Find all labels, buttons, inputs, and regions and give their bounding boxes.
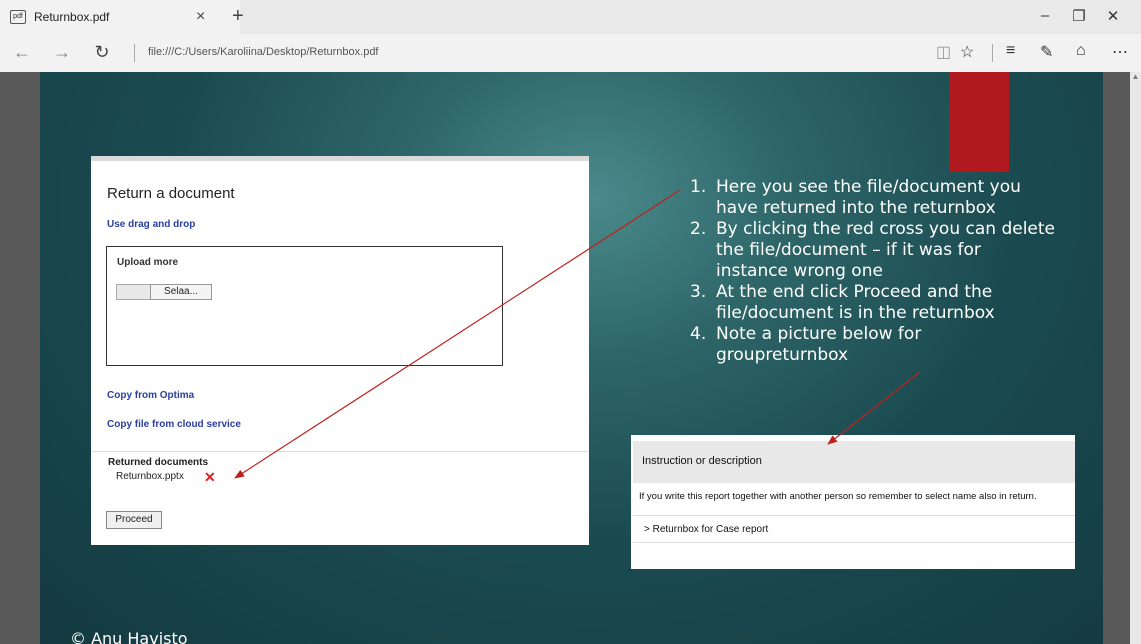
returnbox-link-row[interactable]: > Returnbox for Case report [633,515,1075,543]
back-icon[interactable]: ← [8,42,36,63]
upload-box[interactable]: Upload more Selaa... [106,246,503,366]
url-field[interactable]: file:///C:/Users/Karoliina/Desktop/Retur… [148,46,379,58]
toolbar-divider [992,44,993,62]
instruction-item: 3. At the end click Proceed and the file/… [690,282,995,323]
address-bar: ← → ↻ file:///C:/Users/Karoliina/Desktop… [0,34,1141,72]
favorite-star-icon[interactable]: ☆ [960,42,974,62]
returned-documents-heading: Returned documents [108,457,209,468]
copyright-text: © Anu Havisto [70,629,188,644]
instruction-item: 2. By clicking the red cross you can dele… [690,219,1055,281]
instruction-heading: Instruction or description [642,455,762,467]
panel-title: Return a document [107,185,235,202]
address-divider [134,44,135,62]
pdf-slide: Return a document Use drag and drop Uplo… [40,72,1103,644]
proceed-button[interactable]: Proceed [106,511,162,529]
return-document-panel: Return a document Use drag and drop Uplo… [91,156,589,545]
file-input[interactable]: Selaa... [116,284,212,300]
arrow-to-instruction [827,371,921,445]
group-returnbox-panel: Instruction or description If you write … [631,435,1075,569]
share-icon[interactable]: ⌂ [1076,42,1086,60]
hub-icon[interactable]: ≡ [1006,42,1015,60]
refresh-icon[interactable]: ↻ [88,42,116,63]
instruction-item: 1. Here you see the file/document you hav… [690,177,1021,218]
forward-icon[interactable]: → [48,42,76,63]
web-note-icon[interactable]: ✎ [1040,42,1053,62]
instruction-item: 4. Note a picture below for groupreturnbo… [690,324,922,365]
tab-title: Returnbox.pdf [34,10,110,24]
copy-optima-link[interactable]: Copy from Optima [107,390,194,401]
pdf-icon: pdf [10,10,26,24]
close-tab-icon[interactable]: × [196,8,205,26]
upload-label: Upload more [117,257,179,268]
restore-icon[interactable]: ❐ [1064,7,1094,25]
browse-button[interactable]: Selaa... [150,284,212,300]
copy-cloud-link[interactable]: Copy file from cloud service [107,419,241,430]
scrollbar[interactable]: ▲ [1130,72,1141,644]
new-tab-icon[interactable]: + [232,5,244,28]
instruction-list: 1. Here you see the file/document you hav… [676,177,1056,366]
delete-cross-icon[interactable]: ✕ [204,470,216,484]
drag-drop-link[interactable]: Use drag and drop [107,219,195,230]
tab-returnbox[interactable]: pdf Returnbox.pdf × [0,0,240,34]
divider [91,451,589,452]
scroll-up-icon[interactable]: ▲ [1130,72,1141,84]
returned-file-name: Returnbox.pptx [116,471,184,482]
tab-bar: pdf Returnbox.pdf × + – ❐ ✕ [0,0,1141,34]
red-decoration [949,72,1009,172]
minimize-icon[interactable]: – [1030,7,1060,24]
instruction-description: If you write this report together with a… [639,491,1037,502]
more-icon[interactable]: ⋯ [1112,42,1128,62]
reading-view-icon[interactable]: ◫ [936,42,951,62]
instruction-header: Instruction or description [633,441,1075,483]
close-icon[interactable]: ✕ [1098,7,1128,25]
case-report-link[interactable]: > Returnbox for Case report [644,524,768,535]
